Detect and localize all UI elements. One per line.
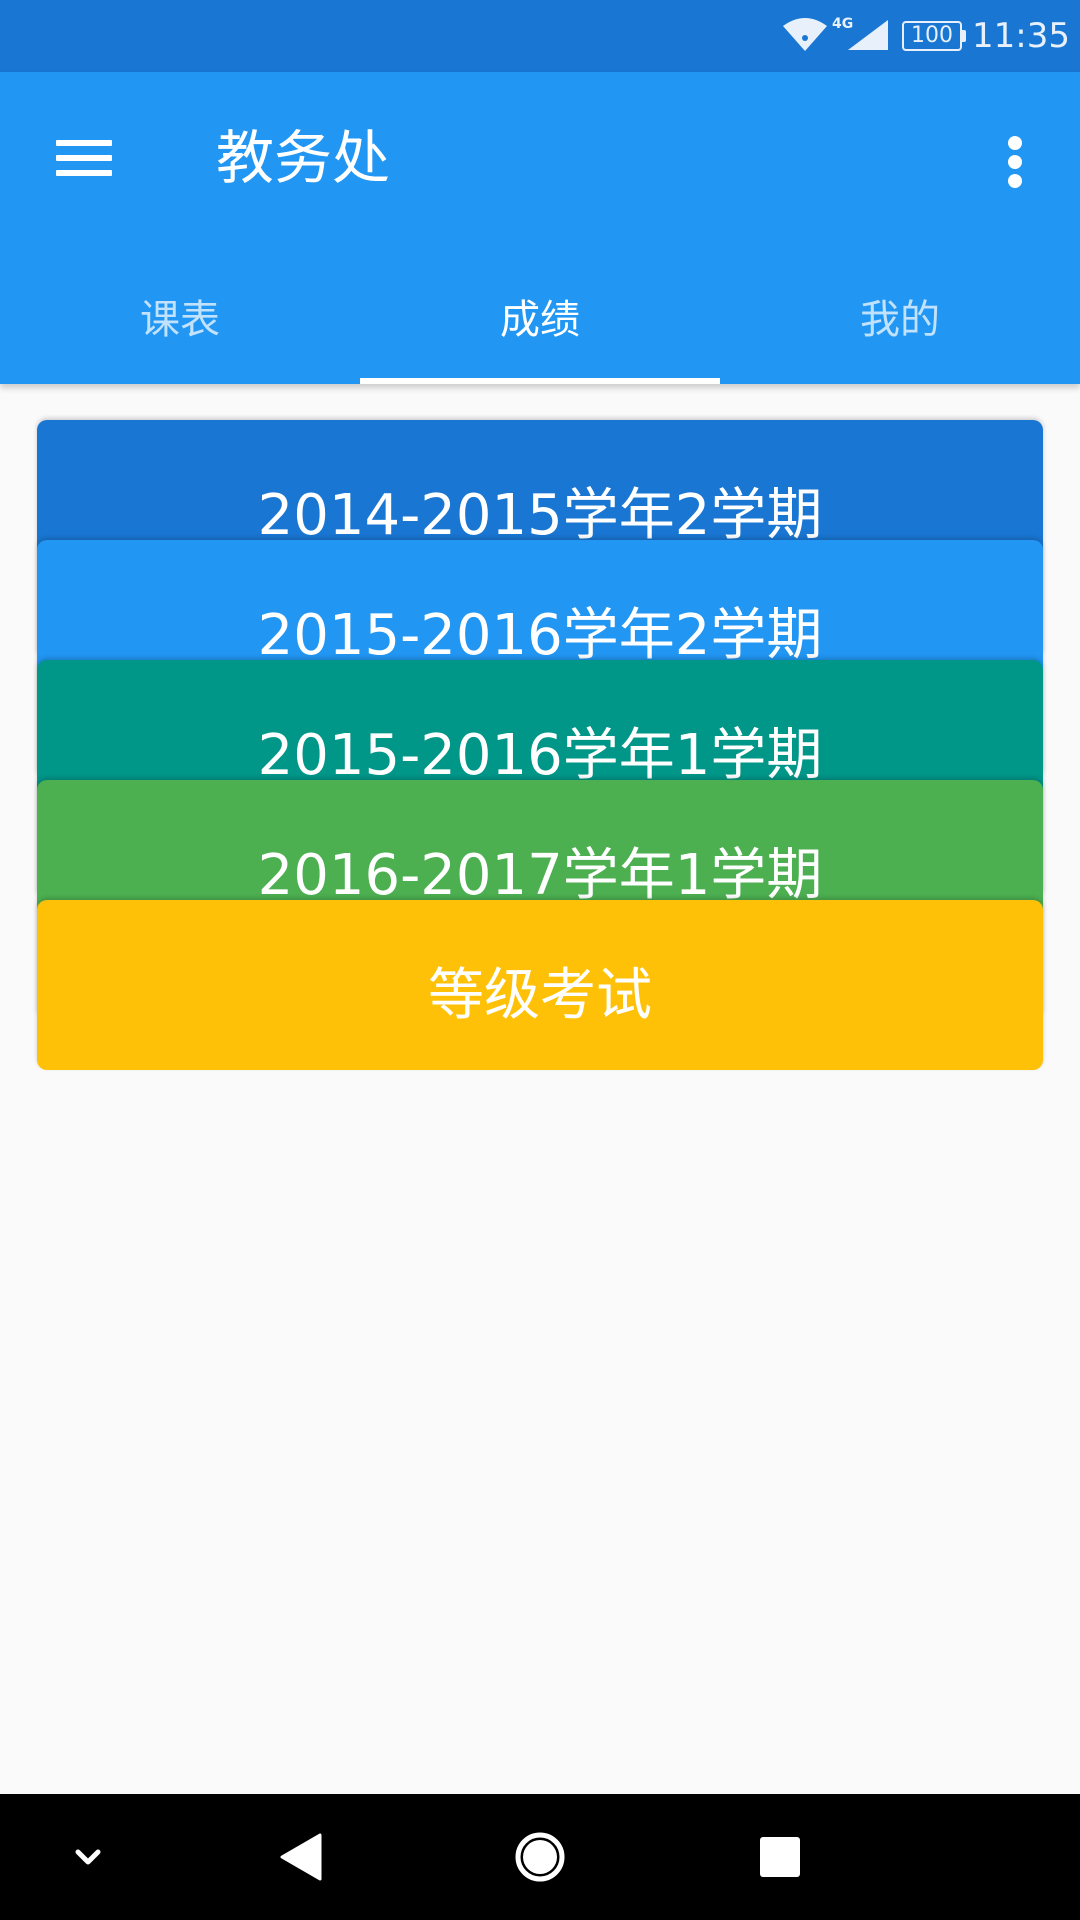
screen: 4G 100 11:35 教务处 课表 成绩 我的 2014-2015学年2学期 [0, 0, 1080, 1920]
battery-level: 100 [911, 23, 953, 48]
term-card-label: 2014-2015学年2学期 [257, 483, 823, 548]
status-bar: 4G 100 11:35 [0, 0, 1080, 72]
term-card-label: 2016-2017学年1学期 [257, 843, 823, 908]
battery-icon: 100 [902, 21, 962, 51]
more-vert-icon[interactable] [990, 128, 1040, 208]
tab-schedule[interactable]: 课表 [0, 256, 360, 384]
system-nav-bar [0, 1794, 1080, 1920]
tab-bar: 课表 成绩 我的 [0, 256, 1080, 384]
term-card-label: 等级考试 [428, 963, 652, 1028]
tab-indicator [360, 378, 720, 384]
battery-tip [962, 30, 966, 42]
tab-me[interactable]: 我的 [720, 256, 1080, 384]
recents-icon[interactable] [732, 1814, 828, 1900]
term-card-label: 2015-2016学年1学期 [257, 723, 823, 788]
back-icon[interactable] [252, 1814, 348, 1900]
page-title: 教务处 [216, 124, 391, 192]
status-clock: 11:35 [972, 16, 1070, 56]
term-card-label: 2015-2016学年2学期 [257, 603, 823, 668]
wifi-icon [783, 18, 827, 51]
app-bar: 教务处 课表 成绩 我的 [0, 72, 1080, 384]
cell-signal-icon [848, 20, 888, 50]
home-icon[interactable] [492, 1814, 588, 1900]
hamburger-menu-icon[interactable] [40, 118, 126, 198]
tab-grades[interactable]: 成绩 [360, 256, 720, 384]
collapse-chevron-icon[interactable] [40, 1814, 136, 1900]
level-exam-card[interactable]: 等级考试 [37, 900, 1043, 1070]
